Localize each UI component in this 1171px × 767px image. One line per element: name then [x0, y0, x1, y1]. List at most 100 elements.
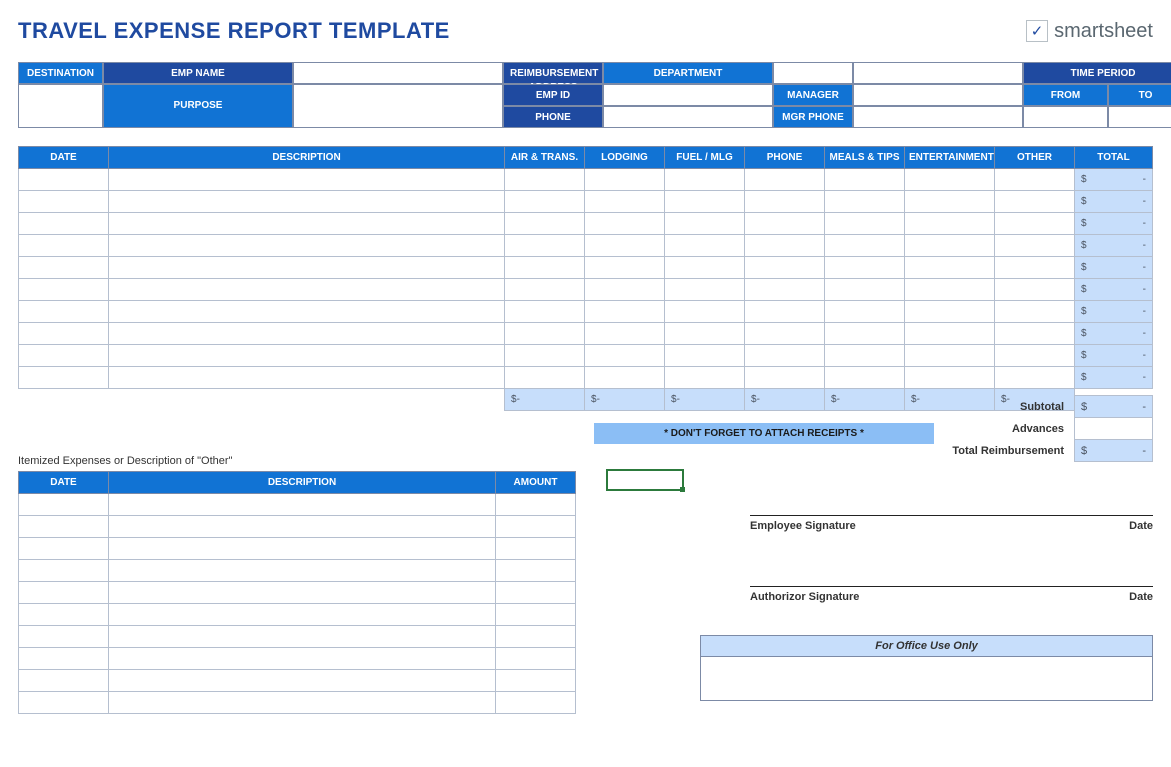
field-reimb-address[interactable] — [18, 84, 103, 128]
item-cell[interactable] — [109, 670, 496, 692]
expense-cell[interactable] — [505, 279, 585, 301]
expense-cell[interactable] — [109, 279, 505, 301]
expense-cell[interactable] — [995, 323, 1075, 345]
expense-cell[interactable] — [109, 301, 505, 323]
expense-cell[interactable] — [585, 235, 665, 257]
expense-cell[interactable] — [905, 169, 995, 191]
field-department[interactable] — [773, 62, 853, 84]
expense-cell[interactable] — [745, 235, 825, 257]
expense-cell[interactable] — [585, 323, 665, 345]
expense-cell[interactable] — [995, 169, 1075, 191]
item-cell[interactable] — [496, 670, 576, 692]
expense-cell[interactable] — [665, 367, 745, 389]
expense-cell[interactable] — [109, 169, 505, 191]
expense-cell[interactable] — [505, 301, 585, 323]
expense-cell[interactable] — [19, 213, 109, 235]
expense-cell[interactable] — [109, 235, 505, 257]
expense-cell[interactable] — [19, 279, 109, 301]
field-emp-name[interactable] — [293, 62, 503, 84]
expense-cell[interactable] — [19, 301, 109, 323]
expense-cell[interactable] — [585, 213, 665, 235]
expense-cell[interactable] — [905, 323, 995, 345]
expense-cell[interactable] — [109, 191, 505, 213]
item-cell[interactable] — [109, 582, 496, 604]
expense-cell[interactable] — [905, 257, 995, 279]
expense-cell[interactable] — [905, 367, 995, 389]
expense-cell[interactable] — [905, 213, 995, 235]
item-cell[interactable] — [19, 670, 109, 692]
expense-cell[interactable] — [825, 257, 905, 279]
expense-cell[interactable] — [665, 257, 745, 279]
expense-cell[interactable] — [995, 257, 1075, 279]
expense-cell[interactable] — [665, 191, 745, 213]
field-emp-id[interactable] — [603, 84, 773, 106]
expense-cell[interactable] — [995, 235, 1075, 257]
expense-cell[interactable] — [745, 301, 825, 323]
expense-cell[interactable] — [905, 345, 995, 367]
expense-cell[interactable] — [745, 191, 825, 213]
expense-cell[interactable] — [665, 323, 745, 345]
expense-cell[interactable] — [109, 213, 505, 235]
item-cell[interactable] — [109, 516, 496, 538]
item-cell[interactable] — [109, 538, 496, 560]
expense-cell[interactable] — [745, 169, 825, 191]
item-cell[interactable] — [109, 692, 496, 714]
item-cell[interactable] — [496, 560, 576, 582]
expense-cell[interactable] — [905, 279, 995, 301]
item-cell[interactable] — [496, 626, 576, 648]
item-cell[interactable] — [19, 604, 109, 626]
expense-cell[interactable] — [995, 213, 1075, 235]
expense-cell[interactable] — [825, 345, 905, 367]
expense-cell[interactable] — [109, 345, 505, 367]
expense-cell[interactable] — [19, 169, 109, 191]
item-cell[interactable] — [109, 626, 496, 648]
expense-cell[interactable] — [19, 257, 109, 279]
expense-cell[interactable] — [19, 235, 109, 257]
expense-cell[interactable] — [745, 279, 825, 301]
expense-cell[interactable] — [505, 345, 585, 367]
expense-cell[interactable] — [825, 169, 905, 191]
expense-cell[interactable] — [995, 367, 1075, 389]
expense-cell[interactable] — [665, 345, 745, 367]
expense-cell[interactable] — [825, 279, 905, 301]
field-destination[interactable] — [853, 62, 1023, 84]
expense-cell[interactable] — [109, 323, 505, 345]
item-cell[interactable] — [496, 692, 576, 714]
expense-cell[interactable] — [825, 191, 905, 213]
expense-cell[interactable] — [825, 367, 905, 389]
expense-cell[interactable] — [825, 301, 905, 323]
field-mgr-phone[interactable] — [853, 106, 1023, 128]
expense-cell[interactable] — [109, 367, 505, 389]
expense-cell[interactable] — [745, 345, 825, 367]
expense-cell[interactable] — [995, 301, 1075, 323]
expense-cell[interactable] — [995, 191, 1075, 213]
expense-cell[interactable] — [585, 257, 665, 279]
expense-cell[interactable] — [585, 169, 665, 191]
expense-cell[interactable] — [905, 191, 995, 213]
expense-cell[interactable] — [905, 301, 995, 323]
expense-cell[interactable] — [745, 323, 825, 345]
expense-cell[interactable] — [19, 323, 109, 345]
expense-cell[interactable] — [585, 301, 665, 323]
expense-cell[interactable] — [665, 169, 745, 191]
item-cell[interactable] — [496, 582, 576, 604]
expense-cell[interactable] — [505, 213, 585, 235]
item-cell[interactable] — [19, 560, 109, 582]
expense-cell[interactable] — [505, 235, 585, 257]
item-cell[interactable] — [109, 604, 496, 626]
item-cell[interactable] — [496, 494, 576, 516]
item-cell[interactable] — [496, 516, 576, 538]
item-cell[interactable] — [19, 626, 109, 648]
expense-cell[interactable] — [505, 191, 585, 213]
expense-cell[interactable] — [585, 345, 665, 367]
expense-cell[interactable] — [505, 367, 585, 389]
expense-cell[interactable] — [745, 367, 825, 389]
item-cell[interactable] — [19, 494, 109, 516]
expense-cell[interactable] — [905, 235, 995, 257]
expense-cell[interactable] — [995, 345, 1075, 367]
expense-cell[interactable] — [19, 345, 109, 367]
expense-cell[interactable] — [825, 323, 905, 345]
expense-cell[interactable] — [19, 191, 109, 213]
value-advances[interactable] — [1075, 418, 1153, 440]
item-cell[interactable] — [19, 516, 109, 538]
